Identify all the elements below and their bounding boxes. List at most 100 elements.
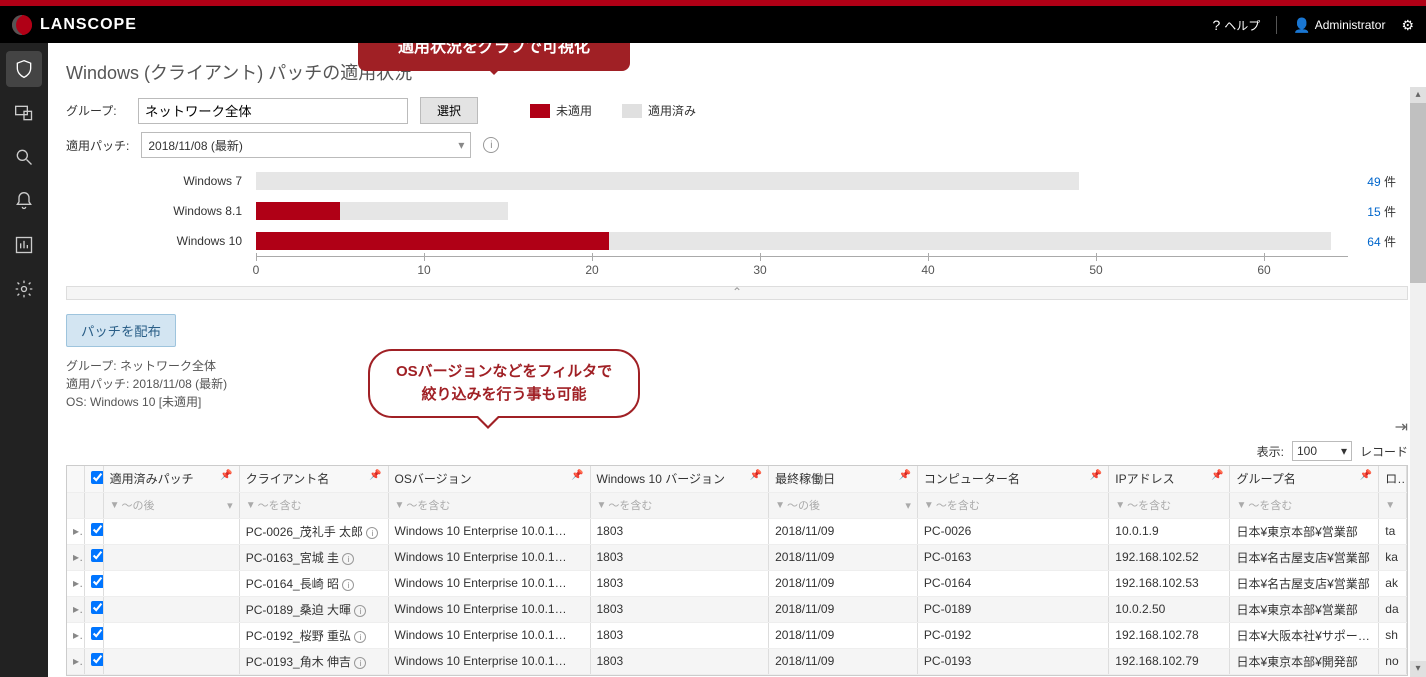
chart-bar-row[interactable]: Windows 7 49 件 (66, 166, 1408, 196)
expand-row-icon[interactable]: ▸ (67, 596, 84, 622)
sidebar-item-alerts[interactable] (6, 183, 42, 219)
group-select-button[interactable]: 選択 (420, 97, 478, 124)
cell-logon: ak (1379, 570, 1407, 596)
chart-count-label[interactable]: 49 件 (1348, 173, 1408, 190)
cell-os-version: Windows 10 Enterprise 10.0.1… (388, 622, 590, 648)
settings-gear[interactable]: ⚙ (1401, 17, 1414, 34)
chart-bar-row[interactable]: Windows 1064 件 (66, 226, 1408, 256)
chart-count-label[interactable]: 15 件 (1348, 203, 1408, 220)
pin-icon: 📌 (369, 470, 381, 481)
table-row[interactable]: ▸PC-0026_茂礼手 太郎 iWindows 10 Enterprise 1… (67, 518, 1407, 544)
col-group-name[interactable]: グループ名📌 (1230, 466, 1379, 492)
axis-tick-label: 50 (1089, 263, 1102, 277)
chart-icon (14, 235, 34, 255)
axis-tick-label: 40 (921, 263, 934, 277)
filter-last-active[interactable]: ▼～の後▾ (769, 492, 918, 518)
cell-client-name: PC-0193_角木 伸吉 i (239, 648, 388, 674)
row-checkbox[interactable] (91, 627, 104, 640)
user-menu[interactable]: 👤 Administrator (1293, 17, 1385, 34)
help-icon: ? (1213, 17, 1221, 33)
info-icon[interactable]: i (354, 657, 366, 669)
chart-count-label[interactable]: 64 件 (1348, 233, 1408, 250)
chart-legend: 未適用 適用済み (530, 102, 696, 119)
col-last-active[interactable]: 最終稼働日📌 (769, 466, 918, 492)
cell-win10-version: 1803 (590, 518, 769, 544)
cell-last-active: 2018/11/09 (769, 648, 918, 674)
sidebar-item-search[interactable] (6, 139, 42, 175)
filter-client-name[interactable]: ▼～を含む (239, 492, 388, 518)
sidebar-item-settings[interactable] (6, 271, 42, 307)
info-icon[interactable]: i (342, 553, 354, 565)
cell-ip-address: 192.168.102.52 (1109, 544, 1230, 570)
sidebar-item-devices[interactable] (6, 95, 42, 131)
vertical-scrollbar[interactable]: ▴ ▾ (1410, 87, 1426, 677)
scroll-up-button[interactable]: ▴ (1410, 87, 1426, 103)
info-icon[interactable]: i (342, 579, 354, 591)
cell-os-version: Windows 10 Enterprise 10.0.1… (388, 570, 590, 596)
cell-client-name: PC-0164_長崎 昭 i (239, 570, 388, 596)
records-per-page-select[interactable]: 100 ▾ (1292, 441, 1352, 461)
cell-win10-version: 1803 (590, 544, 769, 570)
table-row[interactable]: ▸PC-0189_桑迫 大暉 iWindows 10 Enterprise 10… (67, 596, 1407, 622)
scroll-down-button[interactable]: ▾ (1410, 661, 1426, 677)
patch-select[interactable]: 2018/11/08 (最新) ▾ (141, 132, 471, 158)
chart-category-label: Windows 7 (66, 174, 256, 188)
sidebar-item-reports[interactable] (6, 227, 42, 263)
expand-row-icon[interactable]: ▸ (67, 648, 84, 674)
col-check[interactable] (84, 466, 103, 492)
row-checkbox[interactable] (91, 523, 104, 536)
expand-row-icon[interactable]: ▸ (67, 622, 84, 648)
filter-os-version[interactable]: ▼～を含む (388, 492, 590, 518)
cell-group-name: 日本¥名古屋支店¥営業部 (1230, 570, 1379, 596)
filter-applied-patch[interactable]: ▼～の後▾ (103, 492, 239, 518)
cell-last-active: 2018/11/09 (769, 570, 918, 596)
group-input[interactable] (138, 98, 408, 124)
filter-group-name[interactable]: ▼～を含む (1230, 492, 1379, 518)
expand-row-icon[interactable]: ▸ (67, 518, 84, 544)
expand-row-icon[interactable]: ▸ (67, 570, 84, 596)
info-icon[interactable]: i (354, 631, 366, 643)
filter-computer-name[interactable]: ▼～を含む (917, 492, 1108, 518)
filter-logon[interactable]: ▼ (1379, 492, 1407, 518)
col-ip-address[interactable]: IPアドレス📌 (1109, 466, 1230, 492)
filter-ip-address[interactable]: ▼～を含む (1109, 492, 1230, 518)
help-link[interactable]: ? ヘルプ (1213, 17, 1261, 34)
cell-last-active: 2018/11/09 (769, 518, 918, 544)
col-client-name[interactable]: クライアント名📌 (239, 466, 388, 492)
row-checkbox[interactable] (91, 575, 104, 588)
select-all-checkbox[interactable] (91, 471, 104, 484)
cell-ip-address: 192.168.102.78 (1109, 622, 1230, 648)
filter-win10-version[interactable]: ▼～を含む (590, 492, 769, 518)
cell-client-name: PC-0189_桑迫 大暉 i (239, 596, 388, 622)
col-logon[interactable]: ログオ (1379, 466, 1407, 492)
col-os-version[interactable]: OSバージョン📌 (388, 466, 590, 492)
row-checkbox[interactable] (91, 653, 104, 666)
cell-ip-address: 10.0.1.9 (1109, 518, 1230, 544)
col-computer-name[interactable]: コンピューター名📌 (917, 466, 1108, 492)
export-icon[interactable]: ⇥ (1395, 417, 1408, 437)
scroll-thumb[interactable] (1410, 103, 1426, 283)
expand-row-icon[interactable]: ▸ (67, 544, 84, 570)
table-row[interactable]: ▸PC-0192_桜野 重弘 iWindows 10 Enterprise 10… (67, 622, 1407, 648)
distribute-patch-button[interactable]: パッチを配布 (66, 314, 176, 347)
info-icon[interactable]: i (483, 137, 499, 153)
main-content: 適用状況をグラフで可視化 Windows (クライアント) パッチの適用状況 グ… (48, 43, 1426, 677)
sidebar-item-shield[interactable] (6, 51, 42, 87)
brand-logo-icon (12, 15, 32, 35)
row-checkbox[interactable] (91, 549, 104, 562)
cell-os-version: Windows 10 Enterprise 10.0.1… (388, 518, 590, 544)
cell-group-name: 日本¥東京本部¥営業部 (1230, 518, 1379, 544)
annotation-callout-chart: 適用状況をグラフで可視化 (358, 43, 630, 71)
cell-win10-version: 1803 (590, 622, 769, 648)
table-row[interactable]: ▸ PC-0164_長崎 昭 iWindows 10 Enterprise 10.… (67, 570, 1407, 596)
table-row[interactable]: ▸PC-0193_角木 伸吉 iWindows 10 Enterprise 10… (67, 648, 1407, 674)
row-checkbox[interactable] (91, 601, 104, 614)
chart-bar-row[interactable]: Windows 8.115 件 (66, 196, 1408, 226)
info-icon[interactable]: i (354, 605, 366, 617)
info-icon[interactable]: i (366, 527, 378, 539)
collapse-toggle[interactable]: ⌃ (66, 286, 1408, 300)
col-applied-patch[interactable]: 適用済みパッチ📌 (103, 466, 239, 492)
table-row[interactable]: ▸PC-0163_宮城 圭 iWindows 10 Enterprise 10.… (67, 544, 1407, 570)
bar-segment-unapplied (256, 202, 340, 220)
col-win10-version[interactable]: Windows 10 バージョン📌 (590, 466, 769, 492)
